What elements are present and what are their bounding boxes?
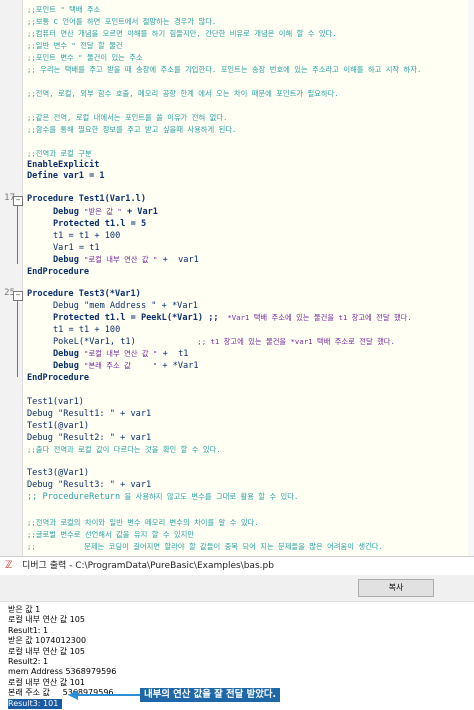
code-line: Define var1 = 1 (27, 171, 105, 181)
code-comment: ;; ProcedureReturn (27, 492, 121, 502)
code-token: Protected t1.l = PeekL(*Var1) ;; (53, 313, 219, 323)
code-comment-line: ;; ProcedureReturn 을 사용하지 않고도 변수를 그대로 활용… (27, 491, 298, 503)
annotation-callout: 내부의 연산 값을 잘 전달 받았다. (140, 688, 281, 702)
code-comment: *Var1 택배 주소에 있는 물건을 t1 창고에 전달 했다. (218, 313, 412, 322)
code-comment-line: ;;같은 전역, 로컬 내에서는 포인트를 쓸 이유가 전혀 없다. (27, 113, 228, 122)
output-line-selected: Result3: 101 (8, 698, 63, 709)
copy-button[interactable]: 복사 (358, 579, 434, 597)
purebasic-app-icon: ℤ (5, 560, 13, 571)
code-token: + Var1 (121, 207, 158, 217)
code-editor[interactable]: ;;포인트 " 택배 주소 ;;보통 C 언어를 하면 포인트에서 절망하는 경… (0, 0, 474, 556)
code-line: Debug "Result1: " + var1 (27, 409, 152, 419)
code-line: Procedure Test3(*Var1) (27, 289, 141, 299)
code-comment-line: ;;포인트 변수 " 물건이 있는 주소 (27, 53, 143, 62)
output-line: mem Address 5368979596 (8, 667, 117, 677)
code-line: EndProcedure (27, 373, 90, 383)
vertical-scrollbar[interactable] (468, 0, 474, 556)
code-line: Debug "로컬 내부 연산 값 " + t1 (53, 348, 188, 360)
code-string: "로컬 내부 연산 값 " (84, 255, 158, 264)
fold-toggle-icon[interactable]: − (13, 196, 23, 206)
code-comment-line: ;;컴퓨터 연산 개념을 모르면 이해를 하기 힘들지만, 간단한 비유로 개념… (27, 29, 337, 38)
code-comment-line: ;;출다 전역과 로컬 값이 다르다는 것을 확인 할 수 있다. (27, 445, 221, 454)
code-line: EndProcedure (27, 267, 90, 277)
code-token: Debug (53, 207, 85, 217)
code-line: Debug "본래 주소 값 " + *Var1 (53, 360, 199, 372)
code-token: Debug (53, 361, 85, 371)
output-line: Result1: 1 (8, 625, 49, 635)
code-line: Var1 = t1 (53, 243, 100, 253)
code-line: Procedure Test1(Var1.l) (27, 194, 146, 204)
output-line: 받은 값 1074012300 (8, 636, 87, 646)
fold-toggle-icon[interactable]: − (13, 291, 23, 301)
output-line: 받은 값 1 (8, 605, 41, 614)
output-line: Result2: 1 (8, 656, 49, 666)
code-line: t1 = t1 + 100 (53, 325, 121, 335)
code-line: Debug "로컬 내부 연산 값 " + var1 (53, 254, 199, 266)
code-token: Debug (53, 255, 85, 265)
callout-arrow-icon (68, 690, 140, 700)
code-comment-line: ;;포인트 " 택배 주소 (27, 5, 101, 14)
code-line: Protected t1.l = 5 (53, 219, 147, 229)
debug-window-titlebar[interactable]: ℤ 디버그 출력 - C:\ProgramData\PureBasic\Exam… (0, 557, 474, 576)
code-token: + *Var1 (157, 361, 199, 371)
code-token: PokeL(*Var1, t1) (53, 337, 136, 347)
output-line: 로컬 내부 연산 값 105 (8, 615, 85, 625)
line-gutter (0, 0, 23, 556)
output-line: 로컬 내부 연산 값 105 (8, 646, 85, 656)
fold-guide (17, 206, 18, 264)
code-comment-line: ;;보통 C 언어를 하면 포인트에서 절망하는 경우가 많다. (27, 17, 217, 26)
code-comment-line: ;; 문제는 코딩이 길어지면 할라야 할 값들이 중복 되어 지는 문제들을 … (27, 542, 383, 551)
code-comment-line: ;;글로벌 변수로 선언해서 값을 유지 할 수 있지만 (27, 530, 195, 539)
code-token: + t1 (157, 349, 189, 359)
fold-guide (17, 301, 18, 377)
code-string: "본래 주소 값 " (84, 361, 158, 370)
debug-window-title: 디버그 출력 - C:\ProgramData\PureBasic\Exampl… (22, 561, 274, 571)
code-line: Debug "Result2: " + var1 (27, 433, 152, 443)
code-comment-line: ;; 우리는 택배를 주고 받을 때 송장에 주소를 기입한다. 포인트는 송장… (27, 65, 422, 74)
code-comment-line: ;;전역과 로컬의 차이와 일반 변수 메모리 변수의 차이를 알 수 있다. (27, 518, 259, 527)
code-comment-line: ;;함수를 통해 필요한 정보를 주고 받고 싶을때 사용하게 된다. (27, 125, 237, 134)
debug-toolbar: 복사 (0, 575, 474, 602)
code-comment: ;; t1 창고에 있는 물건을 *var1 택배 주소로 전달 했다. (135, 337, 395, 346)
code-line: PokeL(*Var1, t1) ;; t1 창고에 있는 물건을 *var1 … (53, 336, 395, 348)
code-line: Debug "Result3: " + var1 (27, 480, 152, 490)
code-token: Debug (53, 349, 85, 359)
code-line: Test1(var1) (27, 397, 84, 407)
code-line: Debug "받은 값 " + Var1 (53, 206, 158, 218)
code-token: + var1 (157, 255, 199, 265)
code-line: Protected t1.l = PeekL(*Var1) ;; *Var1 택… (53, 312, 412, 324)
code-line: Debug "mem Address " + *Var1 (53, 301, 198, 311)
code-string: "로컬 내부 연산 값 " (84, 349, 158, 358)
code-comment-line: ;;일반 변수 " 전달 할 물건 (27, 41, 123, 50)
code-line: Test3(@Var1) (27, 468, 90, 478)
code-line: t1 = t1 + 100 (53, 231, 121, 241)
code-line: Test1(@var1) (27, 421, 90, 431)
code-comment: 을 사용하지 않고도 변수를 그대로 활용 할 수 있다. (120, 492, 299, 501)
code-comment-line: ;;전역, 로컬, 외부 함수 호출, 메모리 공항 한계 에서 오는 차이 때… (27, 89, 339, 98)
code-string: "받은 값 " (84, 207, 122, 216)
